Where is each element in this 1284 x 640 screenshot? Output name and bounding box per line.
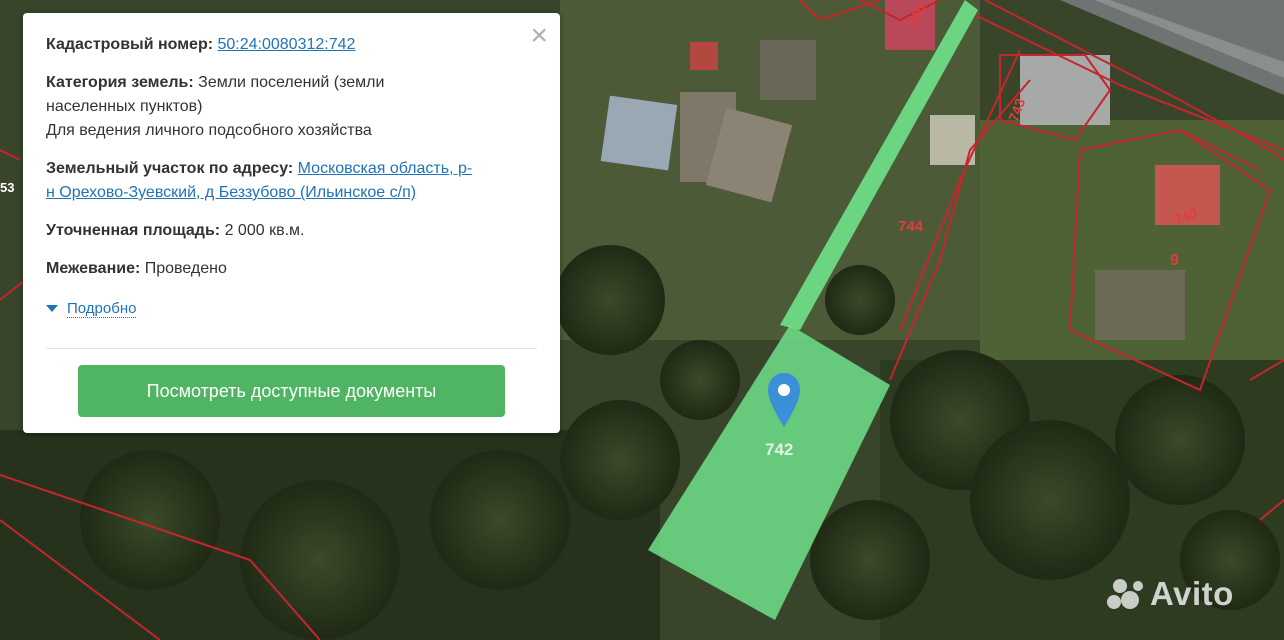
address-label: Земельный участок по адресу: xyxy=(46,160,294,177)
parcel-label-744: 744 xyxy=(898,218,924,235)
area-row: Уточненная площадь: 2 000 кв.м. xyxy=(46,219,538,243)
avito-brand-text: Avito xyxy=(1150,575,1234,612)
area-label: Уточненная площадь: xyxy=(46,222,221,239)
parcel-label-9: 9 xyxy=(1170,252,1179,269)
view-documents-button[interactable]: Посмотреть доступные документы xyxy=(78,365,505,417)
survey-label: Межевание: xyxy=(46,260,141,277)
more-details-row: Подробно xyxy=(46,297,538,321)
address-row: Земельный участок по адресу: Московская … xyxy=(46,157,538,205)
address-link-2[interactable]: н Орехово-Зуевский, д Беззубово (Ильинск… xyxy=(46,184,416,201)
more-details-link[interactable]: Подробно xyxy=(67,300,137,318)
close-icon[interactable]: × xyxy=(530,21,548,51)
location-pin-icon[interactable] xyxy=(766,371,802,431)
land-category-value-2: населенных пунктов) xyxy=(46,98,203,115)
land-category-value-1: Земли поселений (земли xyxy=(198,74,385,91)
area-value: 2 000 кв.м. xyxy=(224,222,305,239)
parcel-info-popup: × Кадастровый номер: 50:24:0080312:742 К… xyxy=(23,13,560,433)
land-category-row: Категория земель: Земли поселений (земли… xyxy=(46,71,538,143)
survey-row: Межевание: Проведено xyxy=(46,257,538,281)
land-category-label: Категория земель: xyxy=(46,74,194,91)
parcel-label-53: 53 xyxy=(0,180,15,195)
triangle-down-icon xyxy=(46,305,58,313)
divider xyxy=(46,348,537,349)
avito-logo-icon xyxy=(1107,579,1143,609)
selected-parcel-label: 742 xyxy=(765,440,794,459)
land-use-value: Для ведения личного подсобного хозяйства xyxy=(46,122,372,139)
avito-watermark: Avito xyxy=(1150,575,1234,613)
survey-value: Проведено xyxy=(144,260,227,277)
cadastral-number-link[interactable]: 50:24:0080312:742 xyxy=(218,36,356,53)
cadastral-number-label: Кадастровый номер: xyxy=(46,36,214,53)
cadastral-number-row: Кадастровый номер: 50:24:0080312:742 xyxy=(46,33,538,57)
address-link-1[interactable]: Московская область, р- xyxy=(298,160,473,177)
